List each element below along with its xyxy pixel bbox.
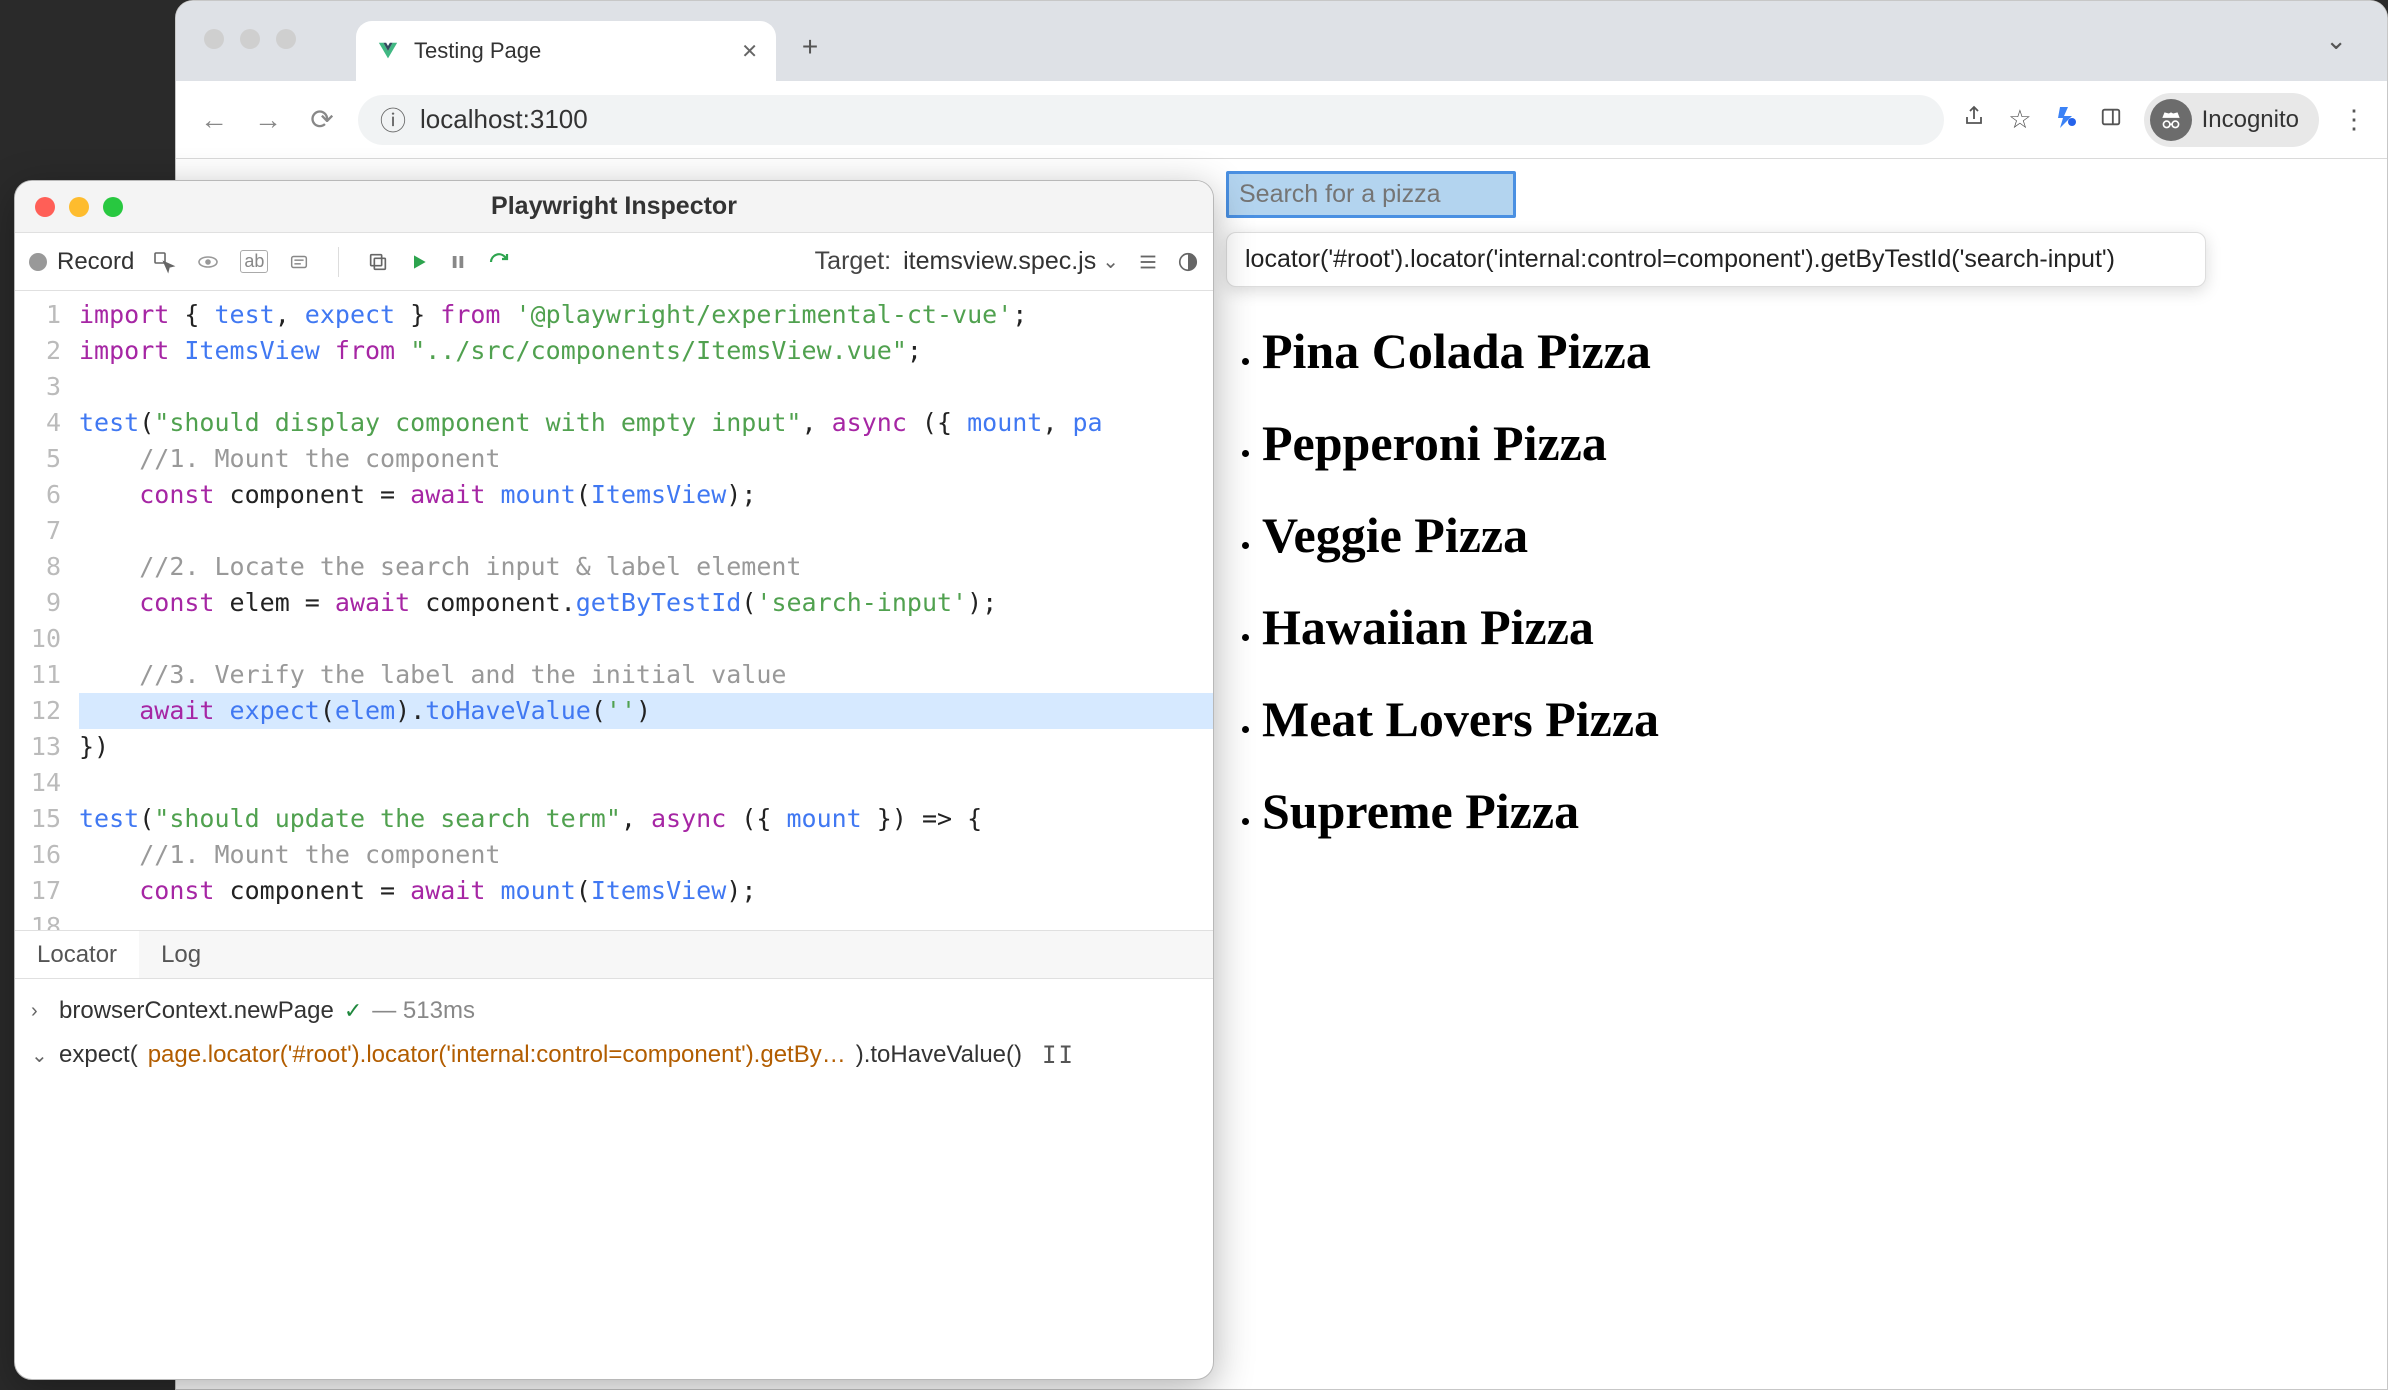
close-icon[interactable] [35, 197, 55, 217]
separator [338, 247, 339, 277]
traffic-close-icon[interactable] [204, 29, 224, 49]
list-item: Pina Colada Pizza [1262, 321, 2367, 381]
inspector-window: Playwright Inspector Record ab [14, 180, 1214, 1380]
code-line [79, 513, 1213, 549]
theme-toggle-icon[interactable] [1177, 251, 1199, 273]
chrome-traffic-lights [204, 29, 296, 49]
code-line [79, 621, 1213, 657]
target-file-select[interactable]: itemsview.spec.js [903, 247, 1096, 276]
pause-icon[interactable] [449, 253, 467, 271]
forward-button[interactable]: → [250, 102, 286, 138]
toolbar-right: ☆ Incognito ⋮ [1962, 93, 2367, 147]
incognito-label: Incognito [2202, 106, 2299, 134]
step-over-icon[interactable] [487, 250, 511, 274]
tab-log[interactable]: Log [139, 931, 223, 978]
list-item: Meat Lovers Pizza [1262, 689, 2367, 749]
kebab-menu-icon[interactable]: ⋮ [2341, 104, 2367, 135]
incognito-icon [2150, 99, 2192, 141]
search-input[interactable] [1226, 171, 1516, 218]
list-item: Supreme Pizza [1262, 781, 2367, 841]
log-text: browserContext.newPage [59, 997, 334, 1025]
eye-icon[interactable] [196, 250, 220, 274]
reload-button[interactable]: ⟳ [304, 102, 340, 138]
locator-tooltip: locator('#root').locator('internal:contr… [1226, 232, 2206, 287]
code-line [79, 765, 1213, 801]
log-panel: › browserContext.newPage ✓ — 513ms ⌄ exp… [15, 979, 1213, 1379]
code-line: import ItemsView from "../src/components… [79, 333, 1213, 369]
abc-icon[interactable]: ab [240, 250, 268, 273]
bottom-tabs: Locator Log [15, 931, 1213, 979]
extensions-icon[interactable] [2054, 104, 2078, 135]
list-item: Hawaiian Pizza [1262, 597, 2367, 657]
chevron-right-icon[interactable]: › [31, 1000, 49, 1023]
chevron-down-icon[interactable]: ⌄ [2325, 25, 2347, 56]
copy-icon[interactable] [367, 251, 389, 273]
code-line: import { test, expect } from '@playwrigh… [79, 297, 1213, 333]
code-line: test("should display component with empt… [79, 405, 1213, 441]
vue-icon [376, 39, 400, 63]
line-number-gutter: 12345678910111213141516171819 [15, 291, 71, 930]
address-bar[interactable]: ⓘ localhost:3100 [358, 95, 1944, 145]
browser-tab[interactable]: Testing Page ✕ [356, 21, 776, 81]
inspector-titlebar: Playwright Inspector [15, 181, 1213, 233]
url-text: localhost:3100 [420, 104, 588, 135]
check-icon: ✓ [344, 998, 362, 1024]
code-line: test("should update the search term", as… [79, 801, 1213, 837]
incognito-badge[interactable]: Incognito [2144, 93, 2319, 147]
share-icon[interactable] [1962, 104, 1986, 135]
tab-locator[interactable]: Locator [15, 931, 139, 978]
zoom-icon[interactable] [103, 197, 123, 217]
code-line: //3. Verify the label and the initial va… [79, 657, 1213, 693]
log-expect-prefix: expect( [59, 1041, 138, 1069]
inspector-toolbar: Record ab [15, 233, 1213, 291]
code-line: await expect(elem).toHaveValue('') [79, 693, 1213, 729]
toolbar-icons: ab [152, 247, 511, 277]
chrome-toolbar: ← → ⟳ ⓘ localhost:3100 ☆ Incognito [176, 81, 2387, 159]
code-editor[interactable]: 12345678910111213141516171819 import { t… [15, 291, 1213, 931]
code-line: //1. Mount the component [79, 441, 1213, 477]
list-icon[interactable] [1137, 251, 1159, 273]
tab-title: Testing Page [414, 38, 727, 64]
log-duration: — 513ms [372, 997, 475, 1025]
code-line [79, 369, 1213, 405]
toolbar-right-icons [1137, 251, 1199, 273]
target-label: Target: [815, 247, 891, 276]
close-icon[interactable]: ✕ [741, 39, 758, 64]
log-locator: page.locator('#root').locator('internal:… [148, 1041, 846, 1069]
play-icon[interactable] [409, 252, 429, 272]
code-line: const component = await mount(ItemsView)… [79, 873, 1213, 909]
text-icon[interactable] [288, 251, 310, 273]
pizza-list: Pina Colada Pizza Pepperoni Pizza Veggie P… [1226, 321, 2367, 841]
traffic-zoom-icon[interactable] [276, 29, 296, 49]
back-button[interactable]: ← [196, 102, 232, 138]
chrome-titlebar: Testing Page ✕ + ⌄ [176, 1, 2387, 81]
code-line: const component = await mount(ItemsView)… [79, 477, 1213, 513]
sidepanel-icon[interactable] [2100, 104, 2122, 135]
site-info-icon[interactable]: ⓘ [380, 101, 406, 138]
code-line: //2. Locate the search input & label ele… [79, 549, 1213, 585]
page-content: locator('#root').locator('internal:contr… [1226, 171, 2367, 873]
pause-icon: II [1042, 1041, 1075, 1069]
record-indicator-icon [29, 253, 47, 271]
chevron-down-icon[interactable]: ⌄ [31, 1043, 49, 1068]
inspector-traffic-lights [35, 197, 123, 217]
code-line: }) [79, 729, 1213, 765]
star-icon[interactable]: ☆ [2008, 104, 2031, 135]
traffic-minimize-icon[interactable] [240, 29, 260, 49]
new-tab-button[interactable]: + [790, 27, 830, 67]
inspector-title: Playwright Inspector [15, 192, 1213, 221]
code-line: //1. Mount the component [79, 837, 1213, 873]
list-item: Veggie Pizza [1262, 505, 2367, 565]
code-content: import { test, expect } from '@playwrigh… [71, 291, 1213, 930]
pick-locator-icon[interactable] [152, 250, 176, 274]
minimize-icon[interactable] [69, 197, 89, 217]
log-row[interactable]: ⌄ expect( page.locator('#root').locator(… [31, 1033, 1197, 1077]
code-line: const elem = await component.getByTestId… [79, 585, 1213, 621]
record-button[interactable]: Record [57, 248, 134, 276]
log-expect-suffix: ).toHaveValue() [856, 1041, 1022, 1069]
log-row[interactable]: › browserContext.newPage ✓ — 513ms [31, 989, 1197, 1033]
chevron-down-icon[interactable]: ⌄ [1102, 249, 1119, 274]
list-item: Pepperoni Pizza [1262, 413, 2367, 473]
code-line [79, 909, 1213, 930]
